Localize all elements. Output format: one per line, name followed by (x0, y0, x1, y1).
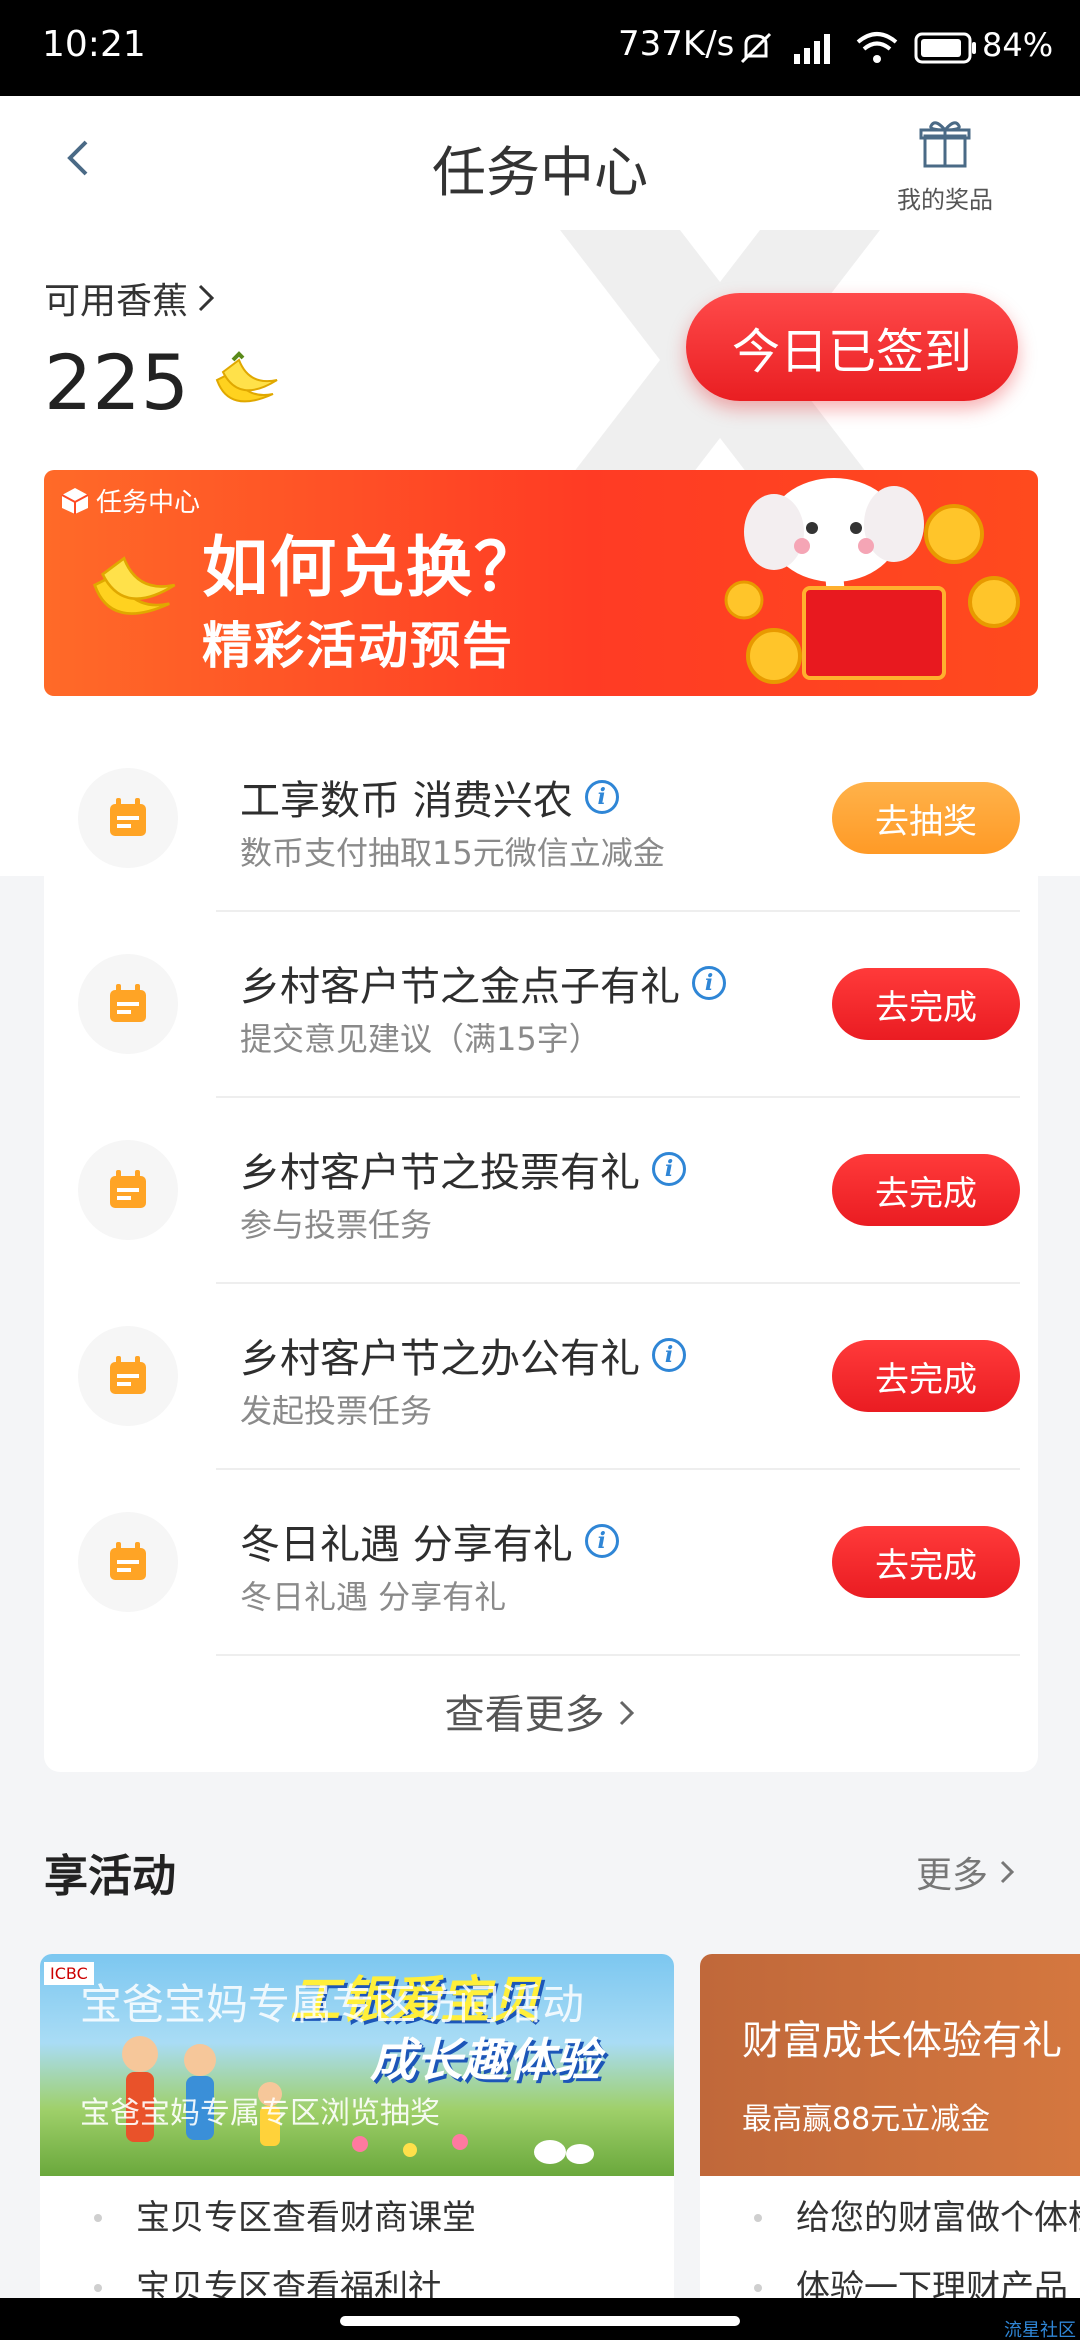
elephant-mascot-illustration (724, 478, 1020, 684)
status-time: 10:21 (42, 24, 146, 65)
signed-in-today-button[interactable]: 今日已签到 (686, 293, 1018, 401)
bullet-dot (754, 2284, 762, 2292)
gift-icon (919, 121, 971, 168)
status-icons (736, 28, 978, 68)
info-icon[interactable]: i (652, 1152, 686, 1186)
banner-badge-label: 任务中心 (96, 488, 201, 518)
balance-label: 可用香蕉 (44, 281, 189, 322)
task-subtitle: 发起投票任务 (240, 1392, 433, 1430)
activities-more-link[interactable]: 更多 (916, 1846, 1016, 1898)
activity-list-item: 宝贝专区查看财商课堂 (136, 2198, 476, 2238)
info-icon[interactable]: i (652, 1338, 686, 1372)
art-line-2: 成长趣体验 (370, 2033, 600, 2087)
my-prizes-label: 我的奖品 (897, 186, 993, 214)
activity-card-image: ICBC 工银爱宝贝 成长趣体验 宝爸宝妈专属专区访问活动 宝爸宝妈专属专区浏览… (40, 1954, 674, 2176)
chevron-right-icon (198, 284, 215, 312)
bullet-dot (94, 2214, 102, 2222)
calendar-icon (78, 954, 178, 1054)
chevron-right-icon (1000, 1860, 1015, 1884)
activity-card-image: 财富成长体验有礼 最高赢88元立减金 (700, 1954, 1080, 2176)
signal-icon (794, 34, 830, 64)
calendar-icon (78, 768, 178, 868)
info-icon[interactable]: i (692, 966, 726, 1000)
battery-percent: 84% (982, 26, 1054, 64)
activity-card-title: 财富成长体验有礼 (742, 2018, 1062, 2064)
calendar-icon (78, 1326, 178, 1426)
task-title: 乡村客户节之办公有礼 i (240, 1326, 686, 1384)
task-item: 冬日礼遇 分享有礼 i 冬日礼遇 分享有礼 去完成 (44, 1470, 1038, 1656)
info-icon[interactable]: i (584, 780, 619, 814)
activity-card[interactable]: ICBC 工银爱宝贝 成长趣体验 宝爸宝妈专属专区访问活动 宝爸宝妈专属专区浏览… (40, 1954, 674, 2340)
task-action-button[interactable]: 去完成 (832, 1154, 1020, 1226)
activity-card-subtitle: 宝爸宝妈专属专区浏览抽奖 (80, 2096, 440, 2131)
task-action-button[interactable]: 去抽奖 (832, 782, 1020, 854)
activities-more-label: 更多 (916, 1855, 989, 1896)
chevron-right-icon (620, 1700, 635, 1726)
task-subtitle: 参与投票任务 (240, 1206, 433, 1244)
task-subtitle: 提交意见建议（满15字） (240, 1020, 601, 1058)
calendar-icon (78, 1512, 178, 1612)
task-title: 冬日礼遇 分享有礼 i (240, 1512, 619, 1570)
banner-badge: 任务中心 (60, 482, 200, 519)
divider (216, 1654, 1020, 1656)
banner-subheadline: 精彩活动预告 (202, 617, 514, 675)
balance-link[interactable]: 可用香蕉 (44, 272, 218, 324)
balance-value: 225 (44, 338, 190, 427)
task-action-button[interactable]: 去完成 (832, 968, 1020, 1040)
bullet-dot (754, 2214, 762, 2222)
task-item: 乡村客户节之办公有礼 i 发起投票任务 去完成 (44, 1284, 1038, 1470)
activity-card[interactable]: 财富成长体验有礼 最高赢88元立减金 给您的财富做个体检 体验一下理财产品 (700, 1954, 1080, 2340)
exchange-banner[interactable]: 任务中心 如何兑换？ 精彩活动预告 (44, 470, 1038, 696)
activity-list-item: 给您的财富做个体检 (796, 2198, 1080, 2238)
status-bar: 10:21 737K/s 84% (0, 0, 1080, 96)
calendar-icon (78, 1140, 178, 1240)
activity-card-subtitle: 最高赢88元立减金 (742, 2102, 991, 2137)
task-list-card: 工享数币 消费兴农 i 数币支付抽取15元微信立减金 去抽奖 乡村客户节之金点子… (44, 726, 1038, 1772)
task-action-button[interactable]: 去完成 (832, 1340, 1020, 1412)
task-item: 工享数币 消费兴农 i 数币支付抽取15元微信立减金 去抽奖 (44, 726, 1038, 912)
status-net-speed: 737K/s (618, 24, 735, 64)
wifi-icon (856, 32, 898, 63)
task-subtitle: 冬日礼遇 分享有礼 (240, 1578, 507, 1616)
activities-section-title: 享活动 (44, 1851, 176, 1902)
battery-icon (914, 32, 976, 64)
task-subtitle: 数币支付抽取15元微信立减金 (240, 834, 665, 872)
home-indicator[interactable] (340, 2316, 740, 2326)
task-item: 乡村客户节之投票有礼 i 参与投票任务 去完成 (44, 1098, 1038, 1284)
banner-headline: 如何兑换？ (202, 529, 542, 606)
banana-icon (215, 350, 278, 402)
task-action-button[interactable]: 去完成 (832, 1526, 1020, 1598)
cube-icon (61, 487, 89, 514)
my-prizes-button[interactable]: 我的奖品 (890, 116, 1000, 215)
view-more-label: 查看更多 (444, 1692, 605, 1738)
watermark-tag: 流星社区 (1004, 2320, 1076, 2340)
task-title: 工享数币 消费兴农 i (240, 768, 619, 826)
task-item: 乡村客户节之金点子有礼 i 提交意见建议（满15字） 去完成 (44, 912, 1038, 1098)
banana-icon (93, 556, 176, 615)
activity-card-title: 宝爸宝妈专属专区访问活动 (80, 1980, 585, 2029)
task-title: 乡村客户节之金点子有礼 i (240, 954, 726, 1012)
balance-display: 225 (44, 338, 281, 427)
view-more-link[interactable]: 查看更多 (44, 1682, 1038, 1740)
mute-icon (740, 32, 772, 64)
task-title: 乡村客户节之投票有礼 i (240, 1140, 686, 1198)
info-icon[interactable]: i (584, 1524, 619, 1558)
bullet-dot (94, 2284, 102, 2292)
